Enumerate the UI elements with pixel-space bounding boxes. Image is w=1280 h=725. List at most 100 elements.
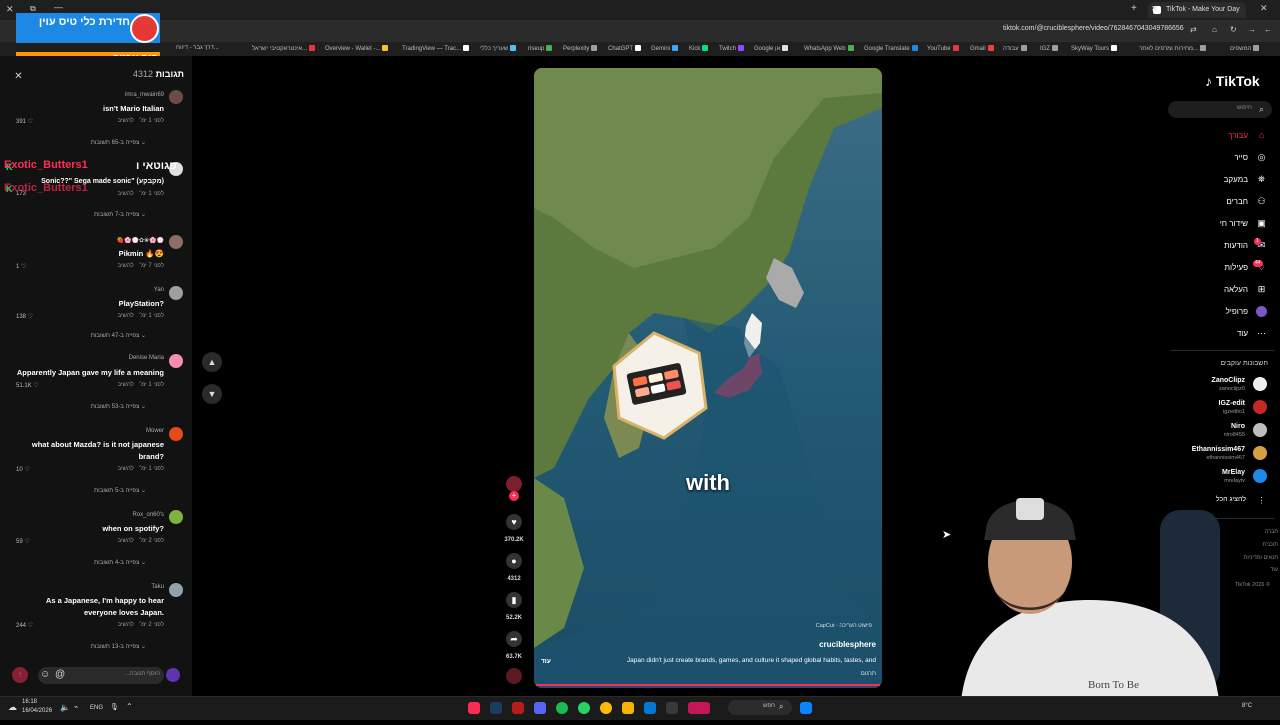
search-icon[interactable]: ⌕ xyxy=(779,702,783,712)
account-name[interactable]: Niro xyxy=(1160,423,1245,430)
weather-icon[interactable]: ☁ xyxy=(8,702,17,713)
back-icon[interactable]: ← xyxy=(1264,25,1272,34)
nav-following[interactable]: במעקב xyxy=(1180,175,1248,184)
capcut-watermark[interactable]: CapCut · פישוט העריכה xyxy=(770,623,872,629)
start-icon[interactable] xyxy=(800,702,812,714)
store-icon[interactable] xyxy=(644,702,656,714)
chrome-icon[interactable] xyxy=(600,702,612,714)
nav-for-you[interactable]: עבורך xyxy=(1180,131,1248,140)
comment-icon[interactable]: ● xyxy=(506,553,522,569)
network-icon[interactable]: ⌁ xyxy=(74,703,78,711)
bookmark-item[interactable]: Perplexity xyxy=(563,45,598,52)
bookmark-item[interactable]: Gemini xyxy=(651,45,679,52)
account-avatar[interactable] xyxy=(1253,377,1267,391)
window-close-icon[interactable]: ✕ xyxy=(1260,3,1268,14)
tiktok-logo[interactable]: ♪ TikTok xyxy=(1205,73,1260,89)
tab-close-icon[interactable]: ✕ xyxy=(1151,4,1158,13)
bookmark-item[interactable]: עבודה xyxy=(1003,45,1027,52)
video-progress-bar[interactable] xyxy=(536,684,880,686)
view-replies[interactable]: צפייה ב-47 תשובות ⌄ xyxy=(60,332,146,339)
bookmark-item[interactable]: riseup xyxy=(528,45,553,52)
avatar[interactable] xyxy=(169,583,183,597)
bookmark-item[interactable]: Google אן xyxy=(754,45,789,52)
close-comments-icon[interactable]: ✕ xyxy=(12,70,25,83)
avatar[interactable] xyxy=(169,90,183,104)
comment-likes[interactable]: 1 ♡ xyxy=(16,263,26,270)
bookmark-item[interactable]: YouTube xyxy=(927,45,959,52)
clock-time[interactable]: 16:18 xyxy=(22,699,37,705)
upload-icon[interactable]: ⊞ xyxy=(1256,284,1267,295)
account-name[interactable]: ZanoClipz xyxy=(1160,377,1245,384)
bookmark-item[interactable]: SkyWay Tours xyxy=(1071,45,1118,52)
video-author[interactable]: cruciblesphere xyxy=(760,640,876,649)
like-icon[interactable]: ♥ xyxy=(506,514,522,530)
friends-icon[interactable]: ⚇ xyxy=(1256,196,1267,207)
following-icon[interactable]: ⛯ xyxy=(1256,174,1267,185)
view-replies[interactable]: צפייה ב-7 תשובות ⌄ xyxy=(60,211,146,218)
app-icon[interactable] xyxy=(512,702,524,714)
share-icon[interactable]: ➦ xyxy=(506,631,522,647)
search-icon[interactable]: ⌕ xyxy=(1259,104,1264,115)
bookmark-item[interactable]: TradingView — Trac... xyxy=(402,45,470,52)
account-avatar[interactable] xyxy=(1253,446,1267,460)
reload-icon[interactable]: ↻ xyxy=(1230,25,1237,34)
comment-likes[interactable]: 51.1K ♡ xyxy=(16,382,39,389)
bookmark-item[interactable]: אינטראקטיבי ישראל... xyxy=(252,45,316,52)
account-name[interactable]: Ethannissim467 xyxy=(1160,446,1245,453)
music-disc-icon[interactable] xyxy=(506,668,522,684)
tray-expand-icon[interactable]: ⌃ xyxy=(126,702,133,711)
explore-icon[interactable]: ◎ xyxy=(1256,152,1267,163)
emoji-icon[interactable]: ☺ xyxy=(40,669,50,680)
bookmark-item[interactable]: המשפים xyxy=(1230,45,1260,52)
comment-likes[interactable]: 391 ♡ xyxy=(16,118,33,125)
bookmark-item[interactable]: Kick xyxy=(689,45,709,52)
more-link[interactable]: עוד xyxy=(541,658,551,665)
comment-likes[interactable]: 59 ♡ xyxy=(16,538,30,545)
more-icon[interactable]: ⋯ xyxy=(1256,328,1267,339)
task-view-icon[interactable] xyxy=(666,702,678,714)
comment-likes[interactable]: 138 ♡ xyxy=(16,313,33,320)
bookmark-item[interactable]: ChatGPT xyxy=(608,45,642,52)
view-replies[interactable]: צפייה ב-13 תשובות ⌄ xyxy=(60,643,146,650)
follow-plus-icon[interactable]: + xyxy=(509,491,519,501)
author-avatar[interactable] xyxy=(506,476,522,492)
account-name[interactable]: IGZ-edit xyxy=(1160,400,1245,407)
comment-username[interactable]: imra_mwain69 xyxy=(60,92,164,98)
account-avatar[interactable] xyxy=(1253,423,1267,437)
previous-video-button[interactable]: ▲ xyxy=(202,352,222,372)
comment-likes[interactable]: 244 ♡ xyxy=(16,622,33,629)
file-explorer-icon[interactable] xyxy=(622,702,634,714)
bookmark-item[interactable]: Gmail xyxy=(970,45,994,52)
mic-icon[interactable]: 🎙 xyxy=(110,703,119,711)
bookmark-icon[interactable]: ▮ xyxy=(506,592,522,608)
translate-icon[interactable]: ⇄ xyxy=(1190,25,1197,34)
nav-messages[interactable]: הודעות xyxy=(1180,241,1248,250)
nav-live[interactable]: שידור חי xyxy=(1180,219,1248,228)
whatsapp-icon[interactable] xyxy=(578,702,590,714)
discord-icon[interactable] xyxy=(534,702,546,714)
nav-activity[interactable]: פעילות xyxy=(1180,263,1248,272)
language-indicator[interactable]: ENG xyxy=(90,705,103,711)
bookmark-item[interactable]: דרך גבר - דיווח... xyxy=(176,45,219,51)
avatar[interactable] xyxy=(169,510,183,524)
new-tab-icon[interactable]: + xyxy=(1131,3,1137,14)
account-avatar[interactable] xyxy=(1253,400,1267,414)
nav-upload[interactable]: העלאה xyxy=(1180,285,1248,294)
avatar[interactable] xyxy=(169,354,183,368)
nav-explore[interactable]: סייר xyxy=(1180,153,1248,162)
nav-friends[interactable]: חברים xyxy=(1180,197,1248,206)
view-replies[interactable]: צפייה ב-5 תשובות ⌄ xyxy=(60,487,146,494)
video-player[interactable] xyxy=(534,68,882,688)
comment-username[interactable]: Mower xyxy=(60,428,164,434)
comment-username[interactable]: Rox_on60's xyxy=(60,512,165,518)
clock-date[interactable]: 16/04/2026 xyxy=(22,708,52,714)
bookmark-item[interactable]: שעריך כללי xyxy=(480,45,517,52)
avatar[interactable] xyxy=(169,235,183,249)
bookmark-item[interactable]: Overview - Wallet -... xyxy=(325,45,389,52)
url-text[interactable]: tiktok.com/@cruciblesphere/video/7628467… xyxy=(1003,25,1184,32)
send-icon[interactable]: ↑ xyxy=(12,667,28,683)
weather-temp[interactable]: 8°C xyxy=(1242,703,1252,709)
volume-icon[interactable]: 🔈 xyxy=(60,703,70,712)
minimize-icon[interactable]: — xyxy=(54,2,63,12)
view-replies[interactable]: צפייה ב-65 תשובות ⌄ xyxy=(60,139,146,146)
